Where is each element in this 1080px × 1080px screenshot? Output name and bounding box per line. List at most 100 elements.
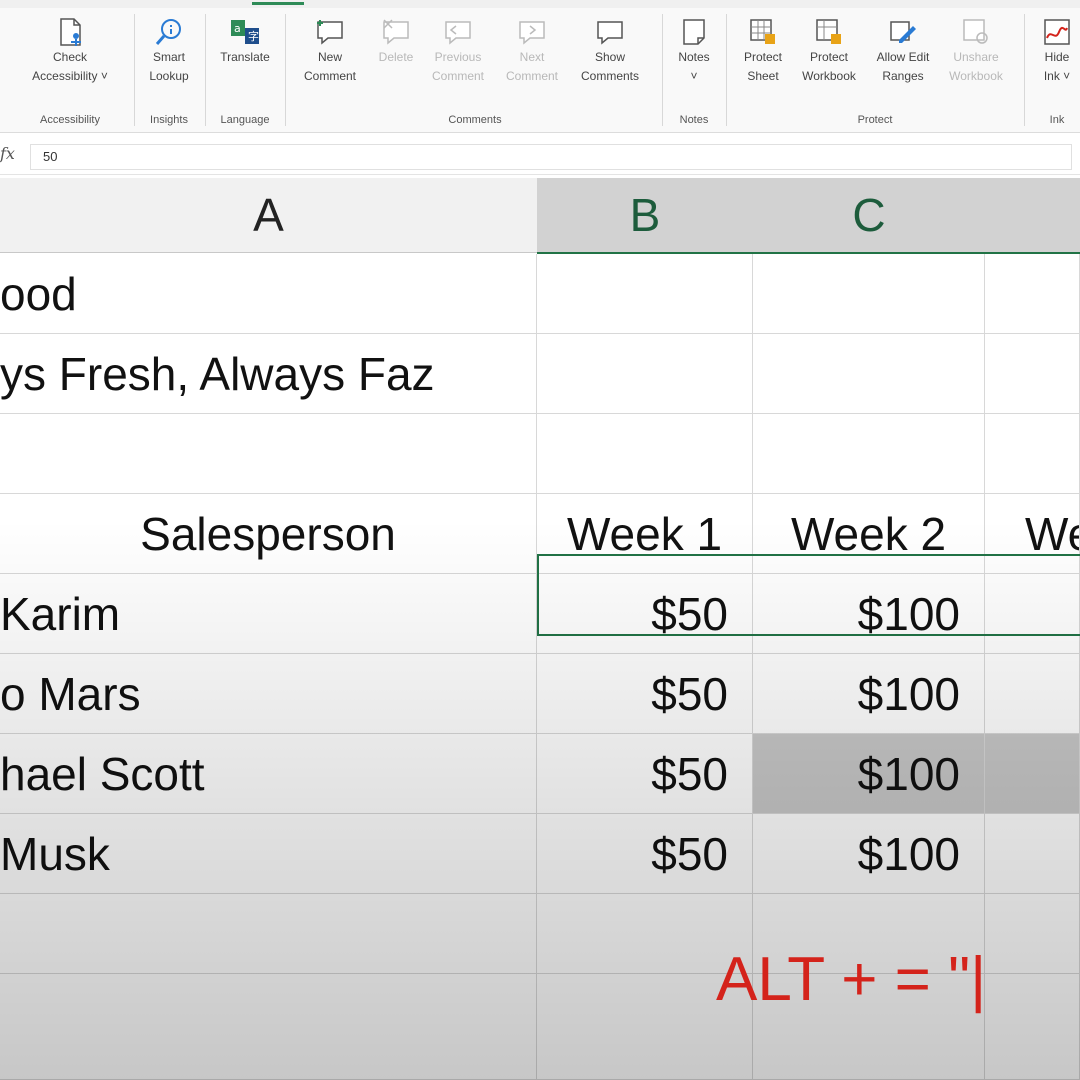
ribbon-group-accessibility: Check Accessibility ˅ Accessibility [10,10,130,128]
hide-ink-button[interactable]: Hide Ink ˅ [1028,16,1080,86]
protect-sheet-label: Protect Sheet [743,50,782,83]
formula-input[interactable]: 50 [30,144,1072,170]
group-label-notes: Notes [679,114,709,126]
check-accessibility-button[interactable]: Check Accessibility ˅ [10,16,130,86]
cell-c3[interactable] [753,414,985,494]
cell-b3[interactable] [537,414,753,494]
cell-header-week1[interactable]: Week 1 [537,494,753,574]
formula-value: 50 [43,149,58,164]
group-label-insights: Insights [150,114,188,126]
group-label-protect: Protect [857,114,893,126]
cell-header-salesperson[interactable]: Salesperson [0,494,537,574]
next-comment-icon [519,21,545,45]
cell-week1-3-active[interactable]: $50 [537,734,753,814]
ribbon-group-ink: Hide Ink ˅ Ink [1028,10,1080,128]
cell-c1[interactable] [753,254,985,334]
cell-week2-1[interactable]: $100 [753,574,985,654]
protect-workbook-label: Protect Workbook [802,50,856,83]
cell-d9[interactable] [985,894,1080,974]
previous-comment-label: Previous Comment [431,50,484,83]
cell-salesperson-3[interactable]: hael Scott [0,734,537,814]
cell-a9[interactable] [0,894,537,974]
ribbon-separator [726,14,727,126]
group-label-comments: Comments [448,114,502,126]
cell-d10[interactable] [985,974,1080,1080]
cell-header-week3[interactable]: We [985,494,1080,574]
cell-salesperson-2[interactable]: o Mars [0,654,537,734]
notes-icon [683,19,705,45]
new-comment-label: New Comment [303,50,356,83]
cell-b1[interactable] [537,254,753,334]
smart-lookup-button[interactable]: Smart Lookup [138,16,200,86]
delete-comment-icon [383,19,409,45]
previous-comment-icon [445,21,471,45]
new-comment-icon [317,20,343,45]
protect-sheet-button[interactable]: Protect Sheet [730,16,796,86]
previous-comment-button[interactable]: Previous Comment [422,16,494,86]
unshare-workbook-icon [963,19,988,44]
next-comment-label: Next Comment [505,50,558,83]
ribbon-group-notes: Notes ˅ Notes [666,10,722,128]
new-comment-button[interactable]: New Comment [290,16,370,86]
column-header-a[interactable]: A [0,178,538,253]
keyboard-shortcut-annotation: ALT + = "| [716,945,987,1014]
cell-week1-2[interactable]: $50 [537,654,753,734]
ribbon-separator [662,14,663,126]
translate-button[interactable]: a 字 Translate [210,16,280,67]
cell-header-week2[interactable]: Week 2 [753,494,985,574]
svg-text:a: a [234,22,241,35]
unshare-workbook-button[interactable]: Unshare Workbook [938,16,1014,86]
fx-icon[interactable]: fx [0,144,15,163]
show-comments-button[interactable]: Show Comments [570,16,650,86]
column-header-c[interactable]: C [753,178,986,254]
ribbon-group-language: a 字 Translate Language [210,10,280,128]
cell-c2[interactable] [753,334,985,414]
column-header-d[interactable] [985,178,1080,254]
accessibility-check-icon [60,18,81,46]
ribbon-separator [134,14,135,126]
svg-text:字: 字 [248,29,259,43]
ribbon-group-comments: New Comment Delete Previous Comment Next… [290,10,660,128]
protect-sheet-icon [750,19,775,44]
cell-week2-2[interactable]: $100 [753,654,985,734]
allow-edit-ranges-icon [890,21,916,43]
cell-d1[interactable] [985,254,1080,334]
cell-d2[interactable] [985,334,1080,414]
column-header-b[interactable]: B [537,178,754,254]
group-label-ink: Ink [1049,114,1065,126]
ribbon: Check Accessibility ˅ Accessibility Smar… [0,0,1080,133]
cell-a2[interactable]: ys Fresh, Always Faz [0,334,537,414]
next-comment-button[interactable]: Next Comment [496,16,568,86]
cell-week3-2[interactable] [985,654,1080,734]
show-comments-label: Show Comments [580,50,639,83]
smart-lookup-label: Smart Lookup [149,50,189,83]
translate-label: Translate [220,50,270,64]
protect-workbook-button[interactable]: Protect Workbook [792,16,866,86]
cell-week3-3-selected[interactable] [985,734,1080,814]
cell-salesperson-1[interactable]: Karim [0,574,537,654]
notes-button[interactable]: Notes ˅ [666,16,722,86]
cell-a3[interactable] [0,414,537,494]
protect-workbook-icon [816,19,841,44]
cell-salesperson-4[interactable]: Musk [0,814,537,894]
cell-d3[interactable] [985,414,1080,494]
cell-week1-1[interactable]: $50 [537,574,753,654]
show-comments-icon [597,21,623,45]
cell-week2-3-selected[interactable]: $100 [753,734,985,814]
cell-b2[interactable] [537,334,753,414]
ribbon-separator [1024,14,1025,126]
delete-comment-button[interactable]: Delete [362,16,430,67]
cell-week2-4[interactable]: $100 [753,814,985,894]
cell-a1[interactable]: ood [0,254,537,334]
cell-week3-4[interactable] [985,814,1080,894]
cell-week1-4[interactable]: $50 [537,814,753,894]
group-label-language: Language [220,114,270,126]
delete-comment-label: Delete [378,50,414,64]
active-tab-indicator [252,2,304,5]
allow-edit-ranges-button[interactable]: Allow Edit Ranges [868,16,938,86]
notes-label: Notes ˅ [678,50,710,83]
cell-week3-1[interactable] [985,574,1080,654]
check-accessibility-label: Check Accessibility ˅ [32,50,108,83]
hide-ink-icon [1044,19,1070,45]
cell-a10[interactable] [0,974,537,1080]
